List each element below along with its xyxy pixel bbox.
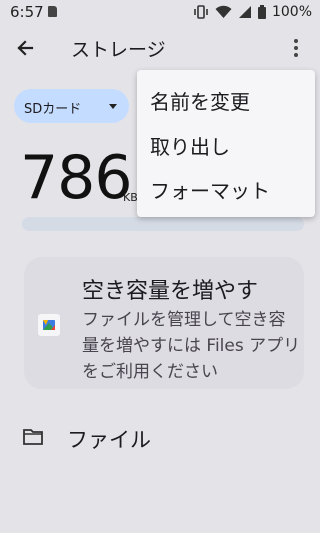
free-up-space-title: 空き容量を増やす [82, 279, 259, 304]
free-up-space-description: ファイルを管理して空き容量を増やすには Files アプリをご利用ください [82, 310, 301, 382]
toolbar: ストレージ [0, 24, 320, 72]
battery-percent: 100% [271, 4, 312, 20]
files-row[interactable]: ファイル [0, 414, 320, 462]
vibrate-icon [194, 5, 208, 19]
storage-used-amount: 786 [20, 143, 133, 213]
more-options-button[interactable] [284, 34, 308, 62]
page-title: ストレージ [71, 39, 166, 61]
menu-item-rename[interactable]: 名前を変更 [150, 86, 250, 115]
storage-used-unit: KB [123, 191, 138, 204]
back-button[interactable] [12, 34, 40, 62]
files-app-icon [38, 314, 60, 336]
folder-icon [23, 429, 43, 445]
free-up-space-card[interactable]: 空き容量を増やす ファイルを管理して空き容量を増やすには Files アプリをご… [24, 257, 304, 389]
status-time: 6:57 [10, 3, 44, 21]
menu-item-format[interactable]: フォーマット [150, 175, 270, 204]
more-vert-icon [294, 39, 298, 57]
volume-selector[interactable]: SDカード [14, 89, 129, 123]
status-bar: 6:57 100% [0, 0, 320, 24]
menu-item-eject[interactable]: 取り出し [150, 131, 230, 160]
arrow-back-icon [17, 40, 34, 56]
wifi-icon [215, 5, 232, 18]
files-label: ファイル [67, 428, 151, 452]
storage-progress-bar [22, 217, 304, 231]
volume-label: SDカード [24, 102, 82, 117]
signal-icon [238, 6, 251, 18]
status-icons: 100% [193, 3, 312, 21]
battery-icon [257, 5, 266, 19]
overflow-menu: 名前を変更 取り出し フォーマット [137, 70, 315, 217]
sd-card-icon [48, 6, 57, 17]
dropdown-arrow-icon [109, 104, 117, 109]
